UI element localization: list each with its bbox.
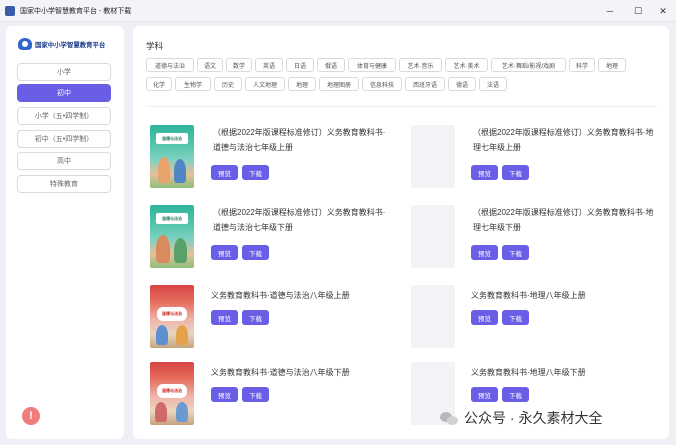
- cover-title: 道德与法治: [156, 213, 188, 224]
- cover-figure: [155, 402, 167, 422]
- main-panel: 学科 道德与法治 语文 数学 英语 日语 俄语 体育与健康 艺术·音乐 艺术·美…: [133, 26, 669, 439]
- book-title: 义务教育教科书·道德与法治八年级下册: [211, 368, 350, 377]
- preview-button[interactable]: 预览: [211, 165, 238, 180]
- minimize-button[interactable]: ─: [596, 0, 624, 22]
- cover-title: 道德与法治: [157, 307, 187, 321]
- preview-button[interactable]: 预览: [471, 165, 498, 180]
- nav-item-special-education[interactable]: 特殊教育: [17, 175, 111, 193]
- book-cover[interactable]: [411, 285, 455, 348]
- download-button[interactable]: 下载: [502, 165, 529, 180]
- book-cover[interactable]: 道德与法治: [150, 205, 194, 268]
- watermark: 公众号 · 永久素材大全: [440, 408, 602, 428]
- download-button[interactable]: 下载: [502, 310, 529, 325]
- subject-tag[interactable]: 生物学: [175, 77, 211, 91]
- nav-item-junior-54[interactable]: 初中（五•四学制）: [17, 130, 111, 148]
- preview-button[interactable]: 预览: [211, 387, 238, 402]
- subject-tag[interactable]: 俄语: [317, 58, 345, 72]
- subject-tag[interactable]: 艺术·美术: [445, 58, 488, 72]
- subject-tag[interactable]: 科学: [569, 58, 595, 72]
- book-title: 义务教育教科书·地理八年级下册: [471, 368, 586, 377]
- book-cover[interactable]: [411, 125, 455, 188]
- book-title: 义务教育教科书·地理八年级上册: [471, 291, 586, 300]
- cover-figure: [176, 402, 188, 422]
- download-button[interactable]: 下载: [502, 245, 529, 260]
- subject-tag[interactable]: 法语: [479, 77, 507, 91]
- nav-item-junior-high[interactable]: 初中: [17, 84, 111, 102]
- subject-tag[interactable]: 地理: [288, 77, 316, 91]
- preview-button[interactable]: 预览: [211, 245, 238, 260]
- watermark-text: 公众号 · 永久素材大全: [464, 410, 603, 426]
- subject-tag[interactable]: 信息科技: [362, 77, 402, 91]
- book-cover[interactable]: 道德与法治: [150, 362, 194, 425]
- subject-tag[interactable]: 德语: [448, 77, 476, 91]
- close-button[interactable]: ✕: [649, 0, 676, 22]
- preview-button[interactable]: 预览: [471, 245, 498, 260]
- cover-figure: [156, 235, 170, 263]
- subject-tag[interactable]: 艺术·音乐: [399, 58, 442, 72]
- download-button[interactable]: 下载: [502, 387, 529, 402]
- subject-tag[interactable]: 日语: [286, 58, 314, 72]
- download-button[interactable]: 下载: [242, 245, 269, 260]
- subject-tag[interactable]: 历史: [214, 77, 242, 91]
- info-icon[interactable]: !: [22, 407, 40, 425]
- subject-tag[interactable]: 数学: [226, 58, 252, 72]
- book-cover[interactable]: 道德与法治: [150, 125, 194, 188]
- subject-tag[interactable]: 英语: [255, 58, 283, 72]
- cover-figure: [156, 325, 168, 345]
- logo-text: 国家中小学智慧教育平台: [35, 41, 106, 49]
- nav-item-primary-54[interactable]: 小学（五•四学制）: [17, 107, 111, 125]
- preview-button[interactable]: 预览: [211, 310, 238, 325]
- window-title: 国家中小学智慧教育平台 - 教材下载: [20, 7, 132, 15]
- cover-figure: [176, 325, 188, 345]
- subject-tag[interactable]: 西班牙语: [405, 77, 445, 91]
- subject-tag[interactable]: 人文地理: [245, 77, 285, 91]
- cover-figure: [174, 159, 186, 183]
- subject-tag[interactable]: 艺术·舞蹈/影视/戏剧: [491, 58, 566, 72]
- logo-icon: [18, 38, 32, 50]
- cover-figure: [158, 157, 170, 183]
- cover-figure: [174, 238, 187, 263]
- download-button[interactable]: 下载: [242, 387, 269, 402]
- maximize-button[interactable]: ☐: [624, 0, 652, 22]
- nav-item-primary[interactable]: 小学: [17, 63, 111, 81]
- cover-title: 道德与法治: [156, 133, 188, 144]
- book-title: （根据2022年版课程标准修订）义务教育教科书·地理七年级下册: [473, 208, 654, 232]
- subject-section-label: 学科: [146, 41, 164, 51]
- download-button[interactable]: 下载: [242, 310, 269, 325]
- book-title: （根据2022年版课程标准修订）义务教育教科书·道德与法治七年级下册: [213, 208, 386, 232]
- subject-tag[interactable]: 地理: [598, 58, 626, 72]
- subject-tag[interactable]: 化学: [146, 77, 172, 91]
- divider: [146, 106, 658, 107]
- title-bar: 国家中小学智慧教育平台 - 教材下载 ─ ☐ ✕: [0, 0, 676, 22]
- subject-tag[interactable]: 体育与健康: [348, 58, 396, 72]
- preview-button[interactable]: 预览: [471, 387, 498, 402]
- book-title: 义务教育教科书·道德与法治八年级上册: [211, 291, 350, 300]
- nav-item-senior-high[interactable]: 高中: [17, 152, 111, 170]
- cover-title: 道德与法治: [157, 384, 187, 398]
- subject-tag[interactable]: 地理图册: [319, 77, 359, 91]
- download-button[interactable]: 下载: [242, 165, 269, 180]
- logo: 国家中小学智慧教育平台: [18, 38, 105, 50]
- wechat-icon: [440, 410, 458, 426]
- book-title: （根据2022年版课程标准修订）义务教育教科书·道德与法治七年级上册: [213, 128, 386, 152]
- book-cover[interactable]: 道德与法治: [150, 285, 194, 348]
- app-icon: [5, 5, 15, 16]
- sidebar: 国家中小学智慧教育平台 小学 初中 小学（五•四学制） 初中（五•四学制） 高中…: [6, 26, 124, 439]
- subject-tag[interactable]: 语文: [197, 58, 223, 72]
- book-title: （根据2022年版课程标准修订）义务教育教科书·地理七年级上册: [473, 128, 654, 152]
- book-cover[interactable]: [411, 205, 455, 268]
- subject-tag[interactable]: 道德与法治: [146, 58, 194, 72]
- preview-button[interactable]: 预览: [471, 310, 498, 325]
